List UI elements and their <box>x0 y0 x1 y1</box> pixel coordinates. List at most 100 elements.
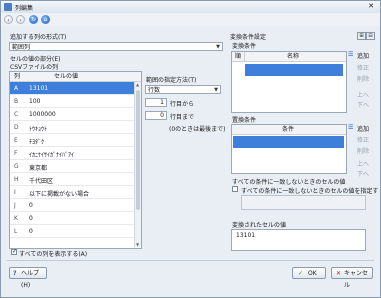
move-down-replace-button[interactable]: 下へ <box>357 169 369 178</box>
row-value: 0 <box>29 228 33 235</box>
refresh-icon[interactable]: ↻ <box>29 15 38 24</box>
row-letter: H <box>14 176 19 183</box>
list-item[interactable]: J0 <box>10 199 134 212</box>
help-button[interactable]: ? ヘルプ(H) <box>9 267 47 289</box>
help-button-label: ヘルプ(H) <box>21 270 40 289</box>
conv-cond-label: 置換条件 <box>232 117 257 124</box>
add-condition-button[interactable]: 追加 <box>357 51 369 60</box>
chevron-down-icon: ▼ <box>216 44 220 50</box>
toolbar: ‹ › ↻ ⌂ <box>1 13 380 26</box>
list-item[interactable]: G 東京都 <box>10 160 134 173</box>
range-note: (0のときは最後まで) <box>169 126 226 133</box>
col-header: 列 <box>14 73 21 80</box>
list-item[interactable]: C 1000000 <box>10 108 134 121</box>
range-select-value: 行数 <box>148 87 161 94</box>
window-title: 列編集 <box>15 5 34 12</box>
list-header: 列 セルの値 <box>10 72 141 82</box>
forward-icon[interactable]: › <box>16 15 25 24</box>
list-item[interactable]: F ｲｶﾆｹｲｻｲｶﾞﾅｲﾊﾞｱｲ <box>10 147 134 160</box>
scrollbar-thumb[interactable] <box>136 90 140 210</box>
row-letter: E <box>14 137 18 144</box>
scroll-down-icon[interactable]: ▼ <box>136 242 139 247</box>
list-item[interactable]: I 以下に掲載がない場合 <box>10 186 134 199</box>
row-value: 以下に掲載がない場合 <box>29 191 90 198</box>
row-value: 100 <box>29 98 41 105</box>
row-value: 13101 <box>29 85 49 92</box>
to-row-input[interactable]: 0 <box>145 111 167 120</box>
ok-button-label: OK <box>308 270 317 277</box>
csv-column-list[interactable]: 列 セルの値 A 13101 B 100 C 1000000 D ﾄｳｷｮｳﾄ E ﾁﾖﾀ… <box>9 71 142 249</box>
row-letter: B <box>14 98 19 105</box>
list-item[interactable]: B 100 <box>10 95 134 108</box>
settings-label: 変換条件設定 <box>230 34 267 41</box>
nomatch-value-input[interactable] <box>241 195 366 210</box>
add-icon: ☰ <box>348 124 354 131</box>
edit-condition-button[interactable]: 修正 <box>357 63 369 72</box>
check-icon: ✓ <box>12 248 18 255</box>
add-icon: ☰ <box>348 51 354 58</box>
list-item[interactable]: D ﾄｳｷｮｳﾄ <box>10 121 134 134</box>
row-value: 0 <box>29 215 33 222</box>
show-all-checkbox[interactable]: ✓ <box>11 248 18 255</box>
csv-column-label: CSVファイルの列 <box>10 64 59 71</box>
range-select[interactable]: 行数 ▼ <box>145 85 221 94</box>
value-header: セルの値 <box>54 73 79 80</box>
move-up-condition-button[interactable]: 上へ <box>357 90 369 99</box>
replace-conditions-table[interactable]: 条件 <box>231 124 347 174</box>
replace-cond-header: 条件 <box>282 126 295 133</box>
list-item[interactable]: L0 <box>10 225 134 238</box>
scroll-up-icon[interactable]: ▲ <box>136 82 139 87</box>
delete-replace-button[interactable]: 削除 <box>357 146 369 155</box>
home-icon[interactable]: ⌂ <box>41 15 50 24</box>
list-item[interactable]: H 千代田区 <box>10 173 134 186</box>
row-value: 1000000 <box>29 111 56 118</box>
close-icon[interactable]: ✕ <box>366 2 376 11</box>
replace-selected-row[interactable] <box>233 136 344 148</box>
list-scrollbar[interactable]: ▲ ▼ <box>134 82 141 247</box>
range-label: 範囲の指定方法(T) <box>146 77 197 84</box>
delete-condition-button[interactable]: 削除 <box>357 74 369 83</box>
chevron-down-icon: ▼ <box>214 87 218 93</box>
list-item[interactable]: E ﾁﾖﾀﾞｸ <box>10 134 134 147</box>
app-icon <box>4 3 12 11</box>
conditions-table[interactable]: 順 名称 <box>231 51 347 113</box>
cancel-button-label: キャンセル <box>344 270 369 289</box>
help-icon: ? <box>13 270 17 277</box>
converted-label: 変換されたセルの値 <box>232 222 287 229</box>
ok-button[interactable]: ✓ OK <box>292 267 326 279</box>
row-value: ﾄｳｷｮｳﾄ <box>29 126 48 133</box>
row-value: 千代田区 <box>29 178 54 185</box>
format-select-value: 範囲列 <box>12 44 31 51</box>
row-letter: D <box>14 124 19 131</box>
row-letter: C <box>14 111 19 118</box>
list-item[interactable]: A 13101 <box>10 82 134 95</box>
settings-expand-icon[interactable]: ⊞ <box>357 32 366 40</box>
header-divider <box>244 52 245 61</box>
cancel-icon: ✕ <box>336 270 342 277</box>
check-icon: ✓ <box>298 270 304 277</box>
from-row-input[interactable]: 1 <box>145 98 167 107</box>
edit-replace-button[interactable]: 修正 <box>357 135 369 144</box>
back-icon[interactable]: ‹ <box>4 15 13 24</box>
format-label: 追加する列の形式(T) <box>10 34 67 41</box>
move-down-condition-button[interactable]: 下へ <box>357 100 369 109</box>
nomatch-label: すべての条件に一致しないときのセルの値 <box>232 179 346 186</box>
to-row-label: 行目まで <box>170 114 195 121</box>
settings-collapse-icon[interactable]: ⊟ <box>366 32 375 40</box>
row-value: 東京都 <box>29 165 48 172</box>
conditions-selected-row[interactable] <box>245 64 343 76</box>
nomatch-checkbox[interactable] <box>232 186 238 192</box>
format-select[interactable]: 範囲列 ▼ <box>9 42 223 51</box>
list-item[interactable]: K0 <box>10 212 134 225</box>
row-value: ﾁﾖﾀﾞｸ <box>29 139 45 146</box>
cancel-button[interactable]: ✕ キャンセル <box>331 267 373 289</box>
conditions-label: 変換条件 <box>232 43 257 50</box>
move-up-replace-button[interactable]: 上へ <box>357 159 369 168</box>
row-value: ｲｶﾆｹｲｻｲｶﾞﾅｲﾊﾞｱｲ <box>29 152 75 159</box>
add-replace-button[interactable]: 追加 <box>357 124 369 133</box>
row-letter: G <box>14 163 19 170</box>
row-value: 0 <box>29 202 33 209</box>
converted-value: 13101 <box>236 232 256 239</box>
row-letter: J <box>14 202 16 209</box>
dialog-window: 列編集 ✕ ‹ › ↻ ⌂ 追加する列の形式(T) 範囲列 ▼ セルの値の部分(… <box>0 0 381 298</box>
